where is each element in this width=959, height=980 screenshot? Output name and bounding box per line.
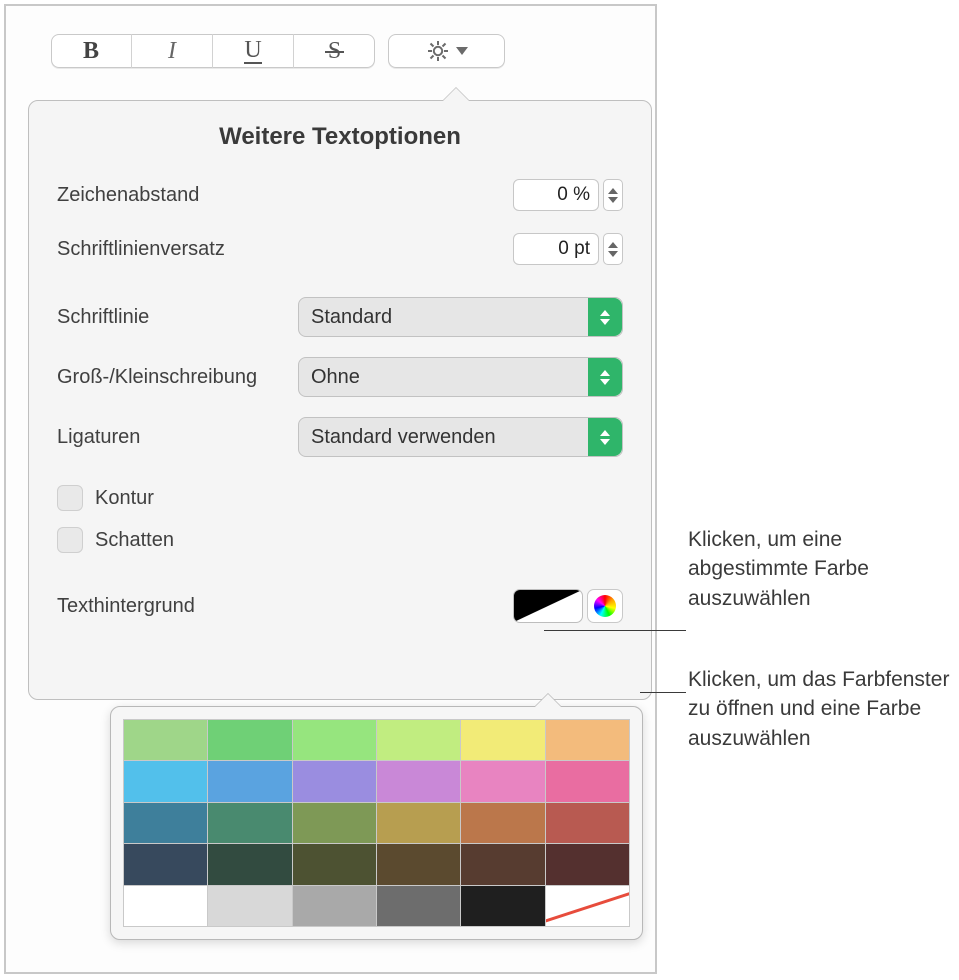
char-spacing-value[interactable]: 0 % (513, 179, 599, 211)
baseline-value: Standard (311, 306, 392, 329)
capitalization-select[interactable]: Ohne (298, 357, 623, 397)
palette-grid (123, 719, 630, 927)
strikethrough-label: S (328, 38, 341, 65)
baseline-shift-row: Schriftlinienversatz 0 pt (57, 229, 623, 269)
bold-button[interactable]: B (51, 34, 132, 68)
color-swatch[interactable] (461, 803, 544, 843)
bold-label: B (83, 38, 99, 65)
italic-button[interactable]: I (132, 34, 213, 68)
color-swatch[interactable] (546, 720, 629, 760)
color-swatch[interactable] (546, 803, 629, 843)
baseline-select[interactable]: Standard (298, 297, 623, 337)
panel-title: Weitere Textoptionen (57, 123, 623, 151)
color-swatch[interactable] (377, 720, 460, 760)
baseline-row: Schriftlinie Standard (57, 297, 623, 337)
color-swatch[interactable] (208, 720, 291, 760)
more-options-button[interactable] (388, 34, 505, 68)
char-spacing-stepper[interactable]: 0 % (513, 179, 623, 211)
capitalization-label: Groß-/Kleinschreibung (57, 366, 257, 389)
outline-checkbox[interactable] (57, 485, 83, 511)
underline-button[interactable]: U (213, 34, 294, 68)
color-swatch[interactable] (377, 844, 460, 884)
outline-row: Kontur (57, 485, 623, 511)
char-spacing-label: Zeichenabstand (57, 184, 199, 207)
ligatures-row: Ligaturen Standard verwenden (57, 417, 623, 457)
color-swatch[interactable] (124, 803, 207, 843)
color-swatch[interactable] (124, 761, 207, 801)
color-swatch[interactable] (377, 803, 460, 843)
arrow-up-icon (608, 188, 618, 194)
ligatures-select[interactable]: Standard verwenden (298, 417, 623, 457)
color-palette-popover (110, 706, 643, 940)
outline-label: Kontur (95, 487, 154, 510)
text-background-row: Texthintergrund (57, 589, 623, 623)
gear-icon (426, 39, 450, 63)
color-swatch[interactable] (293, 803, 376, 843)
color-swatch[interactable] (293, 844, 376, 884)
shadow-checkbox[interactable] (57, 527, 83, 553)
color-swatch[interactable] (124, 720, 207, 760)
color-swatch[interactable] (461, 720, 544, 760)
app-frame: B I U S Weitere Textoption (4, 4, 657, 974)
more-text-options-panel: Weitere Textoptionen Zeichenabstand 0 % … (28, 100, 652, 700)
color-swatch[interactable] (461, 761, 544, 801)
baseline-shift-arrows[interactable] (603, 233, 623, 265)
text-background-label: Texthintergrund (57, 595, 195, 618)
arrow-down-icon (608, 197, 618, 203)
capitalization-row: Groß-/Kleinschreibung Ohne (57, 357, 623, 397)
baseline-shift-label: Schriftlinienversatz (57, 238, 225, 261)
select-caret-icon (588, 418, 622, 456)
baseline-shift-value[interactable]: 0 pt (513, 233, 599, 265)
ligatures-label: Ligaturen (57, 426, 140, 449)
text-background-controls (513, 589, 623, 623)
color-swatch[interactable] (546, 886, 629, 926)
char-spacing-row: Zeichenabstand 0 % (57, 175, 623, 215)
color-swatch[interactable] (124, 844, 207, 884)
select-caret-icon (588, 298, 622, 336)
shadow-label: Schatten (95, 529, 174, 552)
color-wheel-icon (594, 595, 616, 617)
char-spacing-arrows[interactable] (603, 179, 623, 211)
italic-label: I (168, 38, 176, 65)
baseline-shift-stepper[interactable]: 0 pt (513, 233, 623, 265)
color-swatch[interactable] (377, 761, 460, 801)
color-swatch[interactable] (461, 844, 544, 884)
callout-color-wheel: Klicken, um das Farbfenster zu öffnen un… (688, 665, 953, 753)
color-swatch[interactable] (546, 761, 629, 801)
color-picker-button[interactable] (587, 589, 623, 623)
color-swatch[interactable] (293, 886, 376, 926)
callout-line (544, 630, 686, 631)
capitalization-value: Ohne (311, 366, 360, 389)
color-swatch[interactable] (461, 886, 544, 926)
chevron-down-icon (456, 47, 468, 55)
underline-label: U (244, 38, 261, 64)
color-swatch[interactable] (546, 844, 629, 884)
callout-line (640, 692, 686, 693)
select-caret-icon (588, 358, 622, 396)
text-style-group: B I U S (51, 34, 375, 68)
strikethrough-button[interactable]: S (294, 34, 375, 68)
ligatures-value: Standard verwenden (311, 426, 496, 449)
color-swatch[interactable] (208, 803, 291, 843)
color-swatch[interactable] (293, 720, 376, 760)
callout-color-well: Klicken, um eine abgestimmte Farbe auszu… (688, 525, 953, 613)
color-well-button[interactable] (513, 589, 583, 623)
shadow-row: Schatten (57, 527, 623, 553)
color-swatch[interactable] (208, 886, 291, 926)
color-swatch[interactable] (293, 761, 376, 801)
color-swatch[interactable] (377, 886, 460, 926)
color-swatch[interactable] (124, 886, 207, 926)
baseline-label: Schriftlinie (57, 306, 149, 329)
color-swatch[interactable] (208, 761, 291, 801)
arrow-up-icon (608, 242, 618, 248)
arrow-down-icon (608, 251, 618, 257)
color-swatch[interactable] (208, 844, 291, 884)
